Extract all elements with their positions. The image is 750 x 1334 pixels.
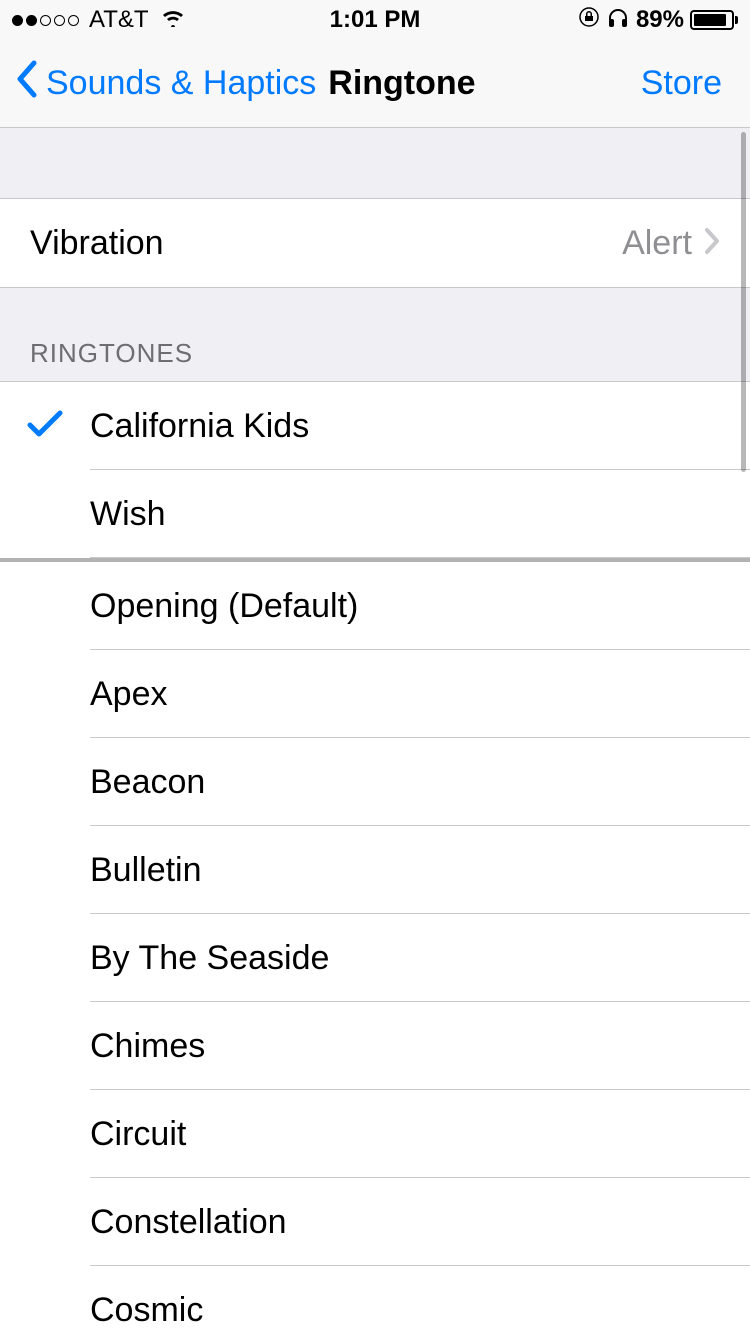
vibration-label: Vibration	[30, 224, 622, 263]
ringtone-label: Chimes	[90, 1027, 750, 1066]
orientation-lock-icon	[578, 6, 600, 35]
battery-percent: 89%	[636, 6, 684, 34]
headphones-icon	[606, 6, 630, 35]
status-time: 1:01 PM	[330, 6, 421, 34]
row-divider	[90, 557, 750, 558]
ringtone-row[interactable]: Bulletin	[0, 826, 750, 914]
system-ringtones-group: Opening (Default) Apex Beacon Bulletin By Th…	[0, 562, 750, 1334]
ringtone-label: California Kids	[90, 407, 750, 446]
battery-icon	[690, 10, 738, 30]
ringtone-label: Bulletin	[90, 851, 750, 890]
ringtone-row[interactable]: Constellation	[0, 1178, 750, 1266]
checkmark-icon	[27, 409, 63, 444]
content-scroll[interactable]: Vibration Alert RINGTONES California Kid…	[0, 128, 750, 1334]
ringtone-row[interactable]: Apex	[0, 650, 750, 738]
status-bar: AT&T 1:01 PM 89%	[0, 0, 750, 40]
status-left: AT&T	[12, 6, 187, 34]
scroll-indicator	[741, 132, 746, 472]
checkmark-slot	[0, 409, 90, 444]
ringtones-section-header: RINGTONES	[0, 288, 750, 381]
ringtone-row[interactable]: Wish	[0, 470, 750, 558]
nav-bar: Sounds & Haptics Ringtone Store	[0, 40, 750, 128]
ringtone-label: Apex	[90, 675, 750, 714]
store-button[interactable]: Store	[641, 64, 722, 103]
carrier-label: AT&T	[89, 6, 149, 34]
custom-ringtones-group: California Kids Wish	[0, 381, 750, 558]
ringtone-row[interactable]: Circuit	[0, 1090, 750, 1178]
vibration-value: Alert	[622, 224, 692, 263]
ringtone-label: By The Seaside	[90, 939, 750, 978]
ringtone-row[interactable]: Cosmic	[0, 1266, 750, 1334]
ringtone-label: Constellation	[90, 1203, 750, 1242]
ringtone-label: Beacon	[90, 763, 750, 802]
ringtone-label: Opening (Default)	[90, 587, 750, 626]
wifi-icon	[159, 6, 187, 34]
ringtone-row[interactable]: Beacon	[0, 738, 750, 826]
ringtone-label: Wish	[90, 495, 750, 534]
ringtone-row[interactable]: California Kids	[0, 382, 750, 470]
ringtone-label: Circuit	[90, 1115, 750, 1154]
chevron-left-icon	[16, 59, 40, 108]
signal-strength	[12, 15, 79, 26]
ringtone-row[interactable]: By The Seaside	[0, 914, 750, 1002]
ringtone-row[interactable]: Opening (Default)	[0, 562, 750, 650]
back-label: Sounds & Haptics	[46, 64, 316, 103]
status-right: 89%	[578, 6, 738, 35]
page-title: Ringtone	[328, 64, 475, 103]
chevron-right-icon	[704, 227, 720, 260]
ringtone-row[interactable]: Chimes	[0, 1002, 750, 1090]
back-button[interactable]: Sounds & Haptics	[16, 59, 316, 108]
vibration-group: Vibration Alert	[0, 198, 750, 288]
vibration-row[interactable]: Vibration Alert	[0, 199, 750, 287]
ringtone-label: Cosmic	[90, 1291, 750, 1330]
